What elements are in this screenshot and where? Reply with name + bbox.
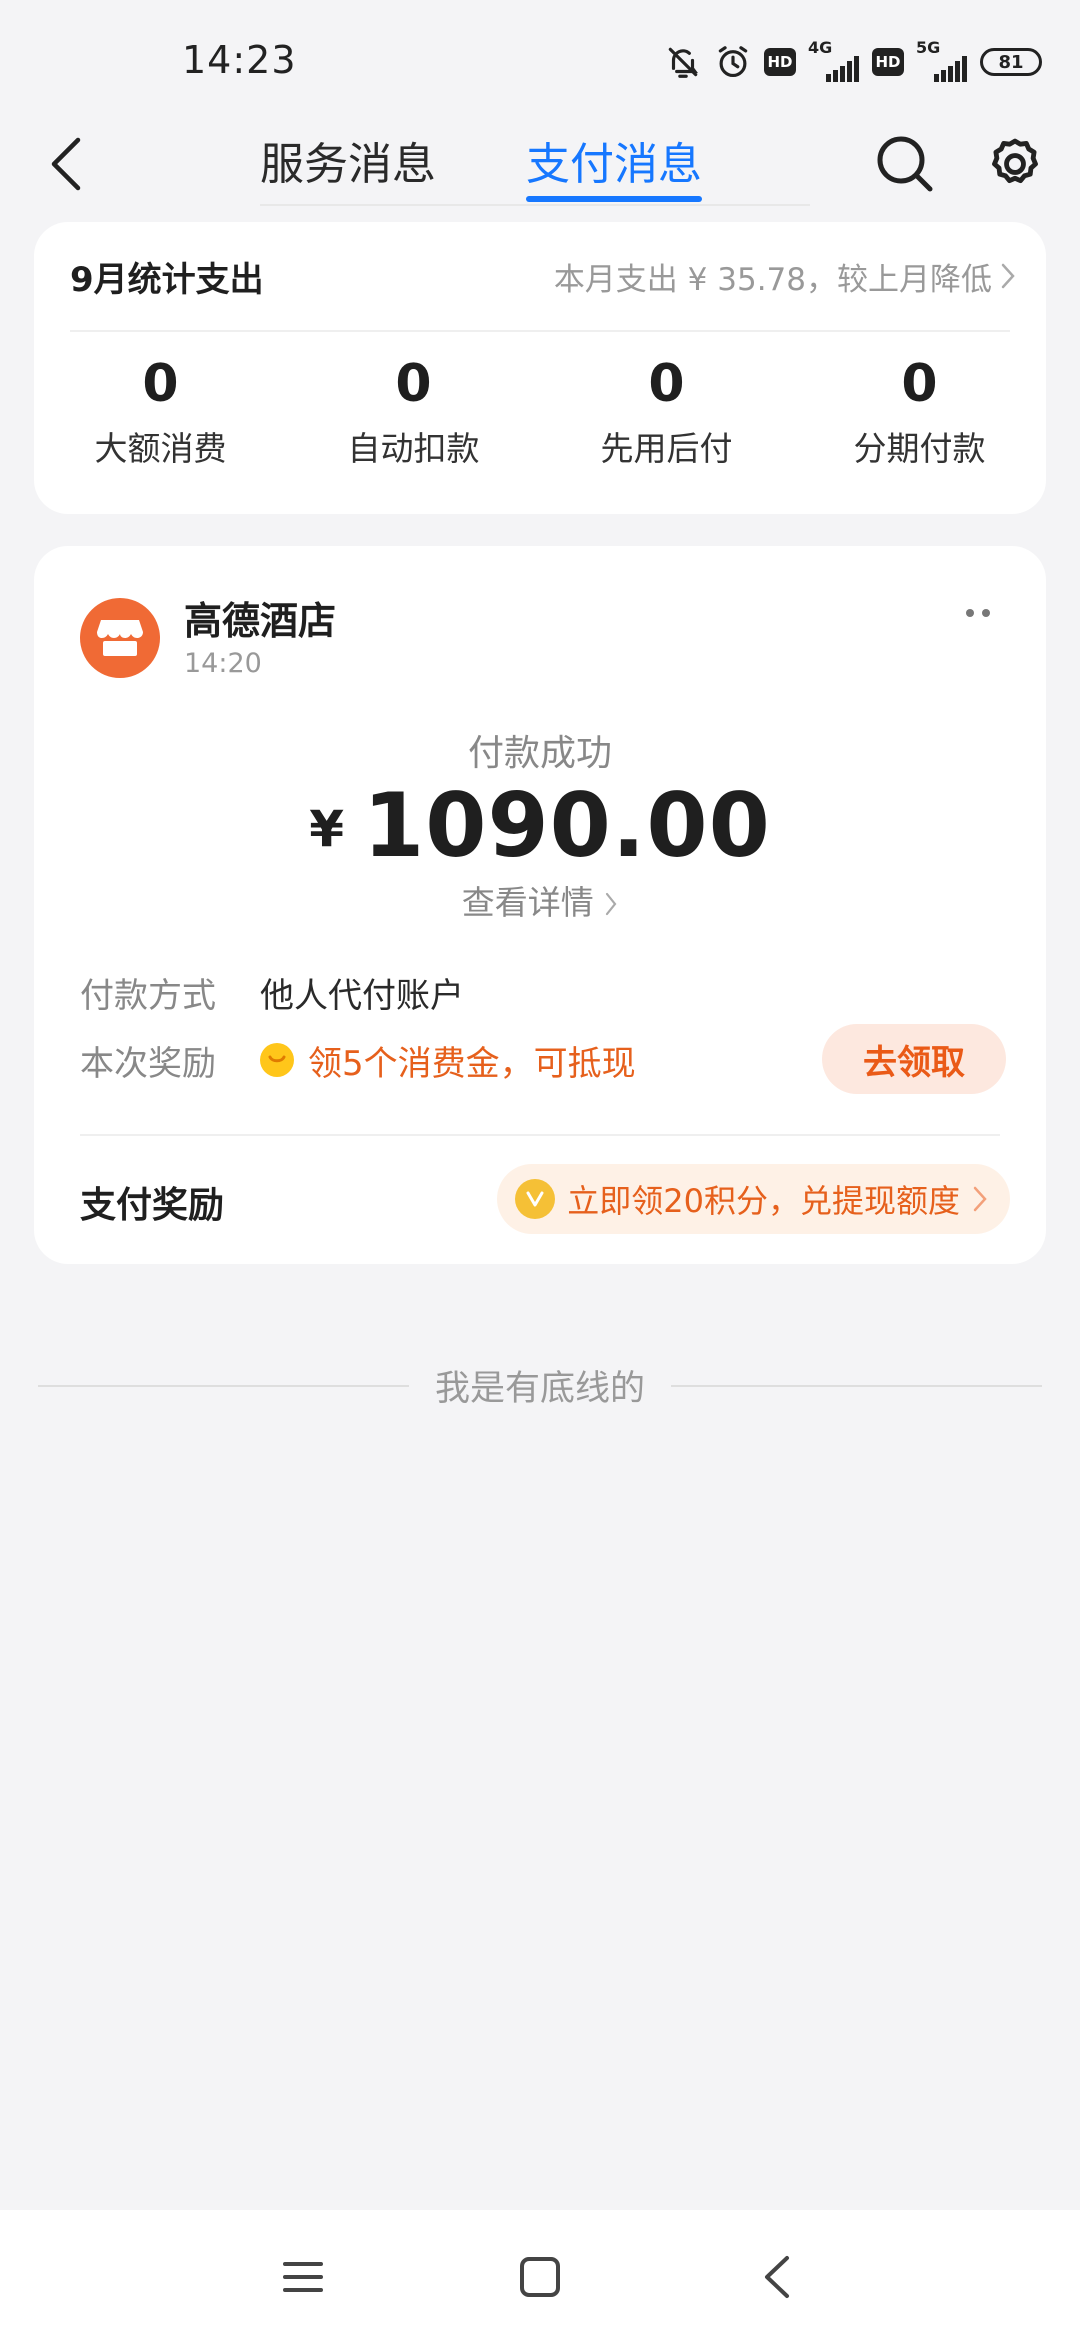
menu-icon [283,2262,323,2292]
chevron-right-icon [1001,263,1015,289]
payment-amount: ¥1090.00 [34,774,1046,877]
back-button[interactable] [36,124,96,204]
payment-messages-screen: 14:23 HD 4G HD 5G 81 服务消息 支付消息 9月统计支出 本月… [0,0,1080,2340]
stats-summary-text: 本月支出 ¥ 35.78，较上月降低 [553,261,992,298]
stats-row: 0 大额消费 0 自动扣款 0 先用后付 0 分期付款 [34,352,1046,470]
stat-buy-now-pay-later[interactable]: 0 先用后付 [540,352,793,470]
alarm-icon [714,43,752,81]
status-bar: 14:23 HD 4G HD 5G 81 [0,0,1080,120]
end-of-list-indicator: 我是有底线的 [38,1360,1043,1411]
system-nav-bar [0,2210,1080,2340]
payment-divider [80,1134,1000,1136]
stat-value: 0 [142,354,179,414]
coin-icon [260,1043,294,1077]
claim-reward-button[interactable]: 去领取 [822,1024,1006,1094]
dot [982,609,990,617]
v-badge-icon [515,1179,556,1219]
divider-line [38,1384,409,1387]
currency-symbol: ¥ [309,800,345,858]
chevron-right-icon [973,1186,987,1212]
amount-value: 1090.00 [362,774,771,877]
view-details-text: 查看详情 [461,883,594,922]
stats-header[interactable]: 9月统计支出 本月支出 ¥ 35.78，较上月降低 [70,222,1016,330]
battery-icon: 81 [980,48,1042,76]
points-bonus-button[interactable]: 立即领20积分，兑提现额度 [497,1164,1010,1234]
monthly-stats-card: 9月统计支出 本月支出 ¥ 35.78，较上月降低 0 大额消费 0 自动扣款 … [34,222,1046,514]
back-nav-button[interactable] [737,2242,817,2312]
stat-auto-debit[interactable]: 0 自动扣款 [287,352,540,470]
gear-icon [992,138,1038,184]
chevron-left-icon [51,137,81,191]
dot [966,609,974,617]
chevron-right-icon [606,892,617,916]
tab-divider [260,204,810,206]
stats-divider [70,330,1010,332]
settings-button[interactable] [980,124,1050,204]
stat-value: 0 [901,354,938,414]
header: 服务消息 支付消息 [0,110,1080,220]
reward-row: 本次奖励 领5个消费金，可抵现 去领取 [80,1020,1006,1100]
stats-title: 9月统计支出 [70,259,264,300]
stat-large-spending[interactable]: 0 大额消费 [34,352,287,470]
merchant-time: 14:20 [184,648,262,679]
points-bonus-text: 立即领20积分，兑提现额度 [567,1182,960,1220]
hd-badge: HD [764,48,796,76]
recent-apps-button[interactable] [263,2242,343,2312]
view-details-link[interactable]: 查看详情 [34,876,1046,924]
payment-bonus-label: 支付奖励 [80,1185,225,1226]
divider-line [671,1384,1043,1387]
merchant-name: 高德酒店 [184,599,337,643]
status-icons: HD 4G HD 5G 81 [664,38,1042,84]
reward-label: 本次奖励 [80,1043,216,1084]
search-icon [877,136,933,192]
status-time: 14:23 [182,38,297,82]
hd-badge: HD [872,48,904,76]
payment-method-label: 付款方式 [80,975,216,1016]
network-type-label: 4G [808,38,833,57]
stat-label: 先用后付 [600,429,733,468]
stat-value: 0 [648,354,685,414]
stat-value: 0 [395,354,432,414]
payment-method-row: 付款方式 他人代付账户 [80,962,1006,1022]
signal-5g-icon: 5G [916,38,968,82]
stat-label: 分期付款 [853,429,986,468]
stat-installment[interactable]: 0 分期付款 [793,352,1046,470]
bell-off-icon [664,43,702,81]
more-options-button[interactable] [954,598,1002,628]
stat-label: 大额消费 [94,429,227,468]
store-icon [80,598,160,678]
payment-method-value: 他人代付账户 [260,975,464,1016]
home-button[interactable] [500,2242,580,2312]
network-type-label: 5G [916,38,941,57]
end-of-list-text: 我是有底线的 [435,1369,646,1409]
reward-text: 领5个消费金，可抵现 [308,1043,636,1084]
payment-status: 付款成功 [467,733,612,774]
search-button[interactable] [870,124,940,204]
signal-4g-icon: 4G [808,38,860,82]
payment-message-card: 高德酒店 14:20 付款成功 ¥1090.00 查看详情 付款方式 他人代付账… [34,546,1046,1264]
square-icon [520,2257,560,2297]
stats-summary: 本月支出 ¥ 35.78，较上月降低 [554,254,1016,299]
chevron-left-icon [765,2256,789,2298]
stat-label: 自动扣款 [347,429,480,468]
